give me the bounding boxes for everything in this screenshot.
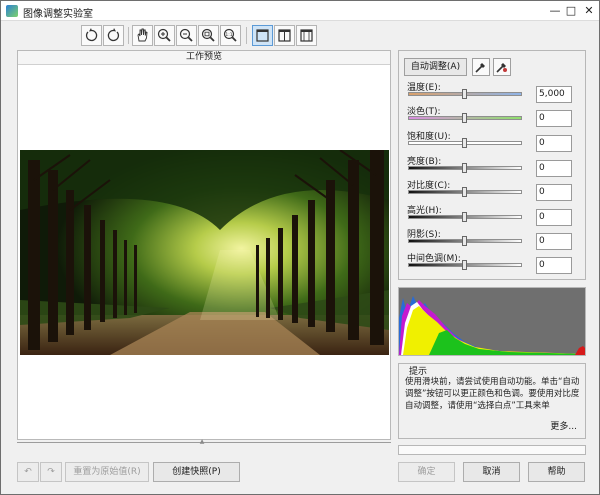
rotate-right-icon xyxy=(107,28,120,42)
rotate-left-icon xyxy=(85,28,98,42)
shadows-slider[interactable] xyxy=(408,236,522,246)
zoom-out-button[interactable] xyxy=(176,25,197,46)
hint-box: 提示 使用滑块前，请尝试使用自动功能。单击“自动调整”按钮可以更正颜色和色调。要… xyxy=(398,363,586,439)
contrast-slider[interactable] xyxy=(408,187,522,197)
minimize-button[interactable]: — xyxy=(547,3,563,19)
window-title: 图像调整实验室 xyxy=(23,9,93,20)
highlights-slider-thumb[interactable] xyxy=(462,212,467,222)
brightness-slider[interactable] xyxy=(408,163,522,173)
tint-slider[interactable] xyxy=(408,113,522,123)
cancel-button[interactable]: 取消 xyxy=(463,462,520,482)
saturation-slider-thumb[interactable] xyxy=(462,138,467,148)
saturation-value[interactable]: 0 xyxy=(536,135,572,152)
zoom-actual-icon: 1:1 xyxy=(223,28,237,42)
close-button[interactable]: ✕ xyxy=(581,3,597,19)
zoom-in-button[interactable] xyxy=(154,25,175,46)
temperature-slider-thumb[interactable] xyxy=(462,89,467,99)
ok-button[interactable]: 确定 xyxy=(398,462,455,482)
brightness-slider-thumb[interactable] xyxy=(462,163,467,173)
eyedropper-black-icon xyxy=(496,63,507,73)
select-white-point-button[interactable] xyxy=(472,58,490,76)
more-link[interactable]: 更多... xyxy=(550,419,577,432)
contrast-value[interactable]: 0 xyxy=(536,184,572,201)
help-button[interactable]: 帮助 xyxy=(528,462,585,482)
preview-splitter[interactable]: ▲ xyxy=(17,439,391,448)
splitter-handle[interactable]: ▲ xyxy=(198,439,206,445)
select-black-point-button[interactable] xyxy=(493,58,511,76)
restore-button[interactable]: □ xyxy=(563,3,579,19)
temperature-slider[interactable] xyxy=(408,89,522,99)
title-bar[interactable]: 图像调整实验室 — □ ✕ xyxy=(1,1,599,21)
eyedropper-white-icon xyxy=(475,63,485,73)
contrast-slider-thumb[interactable] xyxy=(462,187,467,197)
hint-text: 使用滑块前，请尝试使用自动功能。单击“自动调整”按钮可以更正颜色和色调。要使用对… xyxy=(405,377,580,411)
toolbar-separator xyxy=(128,27,129,44)
zoom-actual-button[interactable]: 1:1 xyxy=(220,25,241,46)
histogram-graph xyxy=(399,288,585,355)
zoom-fit-button[interactable] xyxy=(198,25,219,46)
highlights-value[interactable]: 0 xyxy=(536,209,572,226)
reset-to-original-button[interactable]: 重置为原始值(R) xyxy=(65,462,149,482)
progress-bar xyxy=(398,445,586,455)
hand-pan-icon xyxy=(137,28,148,42)
work-preview-panel[interactable]: 工作预览 xyxy=(17,50,391,440)
split-horizontal-icon xyxy=(300,29,313,42)
split-horizontal-button[interactable] xyxy=(296,25,317,46)
zoom-actual-label: 1:1 xyxy=(225,32,232,38)
histogram xyxy=(398,287,586,356)
zoom-out-icon xyxy=(179,28,193,42)
auto-adjust-button[interactable]: 自动调整(A) xyxy=(404,58,467,76)
single-view-button[interactable] xyxy=(252,25,273,46)
split-vertical-icon xyxy=(278,29,291,42)
midtones-slider-thumb[interactable] xyxy=(462,260,467,270)
saturation-slider[interactable] xyxy=(408,138,522,148)
midtones-value[interactable]: 0 xyxy=(536,257,572,274)
toolbar-separator xyxy=(246,27,247,44)
pan-button[interactable] xyxy=(132,25,153,46)
highlights-slider[interactable] xyxy=(408,212,522,222)
brightness-value[interactable]: 0 xyxy=(536,160,572,177)
tint-value[interactable]: 0 xyxy=(536,110,572,127)
shadows-slider-thumb[interactable] xyxy=(462,236,467,246)
split-vertical-button[interactable] xyxy=(274,25,295,46)
zoom-in-icon xyxy=(157,28,171,42)
adjustment-panel: 自动调整(A) 温度(E): 5,000 淡色(T): 0 饱和度(U): 0 … xyxy=(398,50,586,280)
rotate-left-button[interactable] xyxy=(81,25,102,46)
preview-label: 工作预览 xyxy=(18,51,390,65)
preview-image[interactable] xyxy=(20,150,389,355)
rotate-right-button[interactable] xyxy=(103,25,124,46)
single-view-icon xyxy=(256,29,269,42)
undo-button[interactable]: ↶ xyxy=(17,462,39,482)
temperature-value[interactable]: 5,000 xyxy=(536,86,572,103)
image-adjust-lab-window: 图像调整实验室 — □ ✕ 1:1 工作预览 ▲ ↶ ↷ 重置为原始值(R) 创… xyxy=(0,0,600,495)
midtones-slider[interactable] xyxy=(408,260,522,270)
tint-slider-thumb[interactable] xyxy=(462,113,467,123)
create-snapshot-button[interactable]: 创建快照(P) xyxy=(153,462,240,482)
forest-path-photo xyxy=(20,150,389,355)
shadows-value[interactable]: 0 xyxy=(536,233,572,250)
app-icon xyxy=(6,5,18,17)
toolbar: 1:1 xyxy=(1,22,599,48)
redo-button[interactable]: ↷ xyxy=(40,462,62,482)
zoom-fit-icon xyxy=(201,28,215,42)
